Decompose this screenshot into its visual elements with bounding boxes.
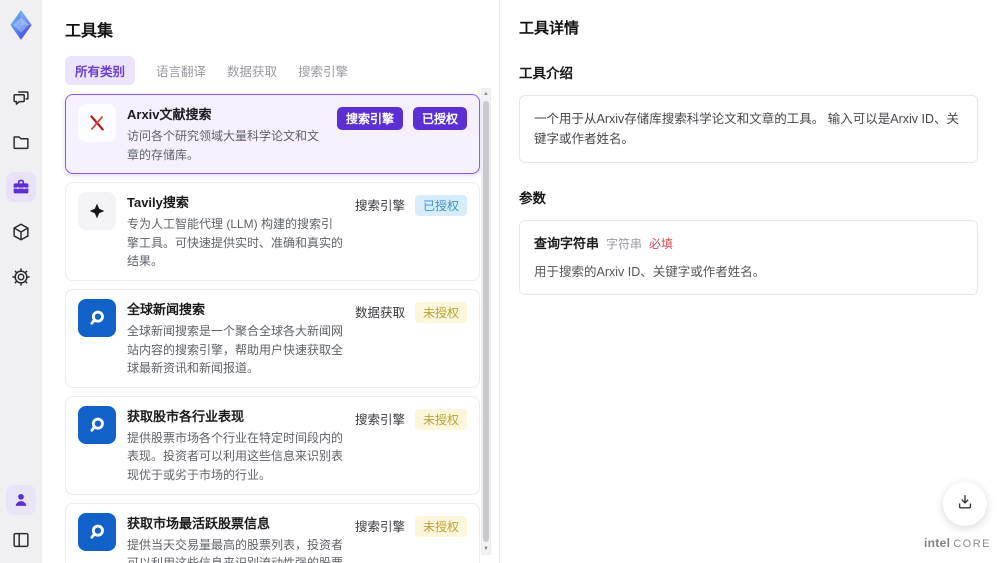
param-card: 查询字符串 字符串 必填 用于搜索的Arxiv ID、关键字或作者姓名。 bbox=[519, 220, 978, 295]
tool-description: 提供当天交易量最高的股票列表，投资者可以利用这些信息来识别流动性强的股票和潜在的… bbox=[127, 537, 344, 563]
auth-status-badge: 已授权 bbox=[414, 195, 467, 217]
chat-icon bbox=[10, 86, 32, 108]
tool-detail-panel: 工具详情 工具介绍 一个用于从Arxiv存储库搜索科学论文和文章的工具。 输入可… bbox=[500, 0, 1000, 563]
param-type: 字符串 bbox=[606, 237, 643, 251]
param-required-badge: 必填 bbox=[649, 237, 674, 251]
tool-card[interactable]: 全球新闻搜索 全球新闻搜索是一个聚合全球各大新闻网站内容的搜索引擎，帮助用户快速… bbox=[65, 288, 480, 388]
scroll-up-icon[interactable]: ▲ bbox=[483, 89, 489, 99]
tool-description: 全球新闻搜索是一个聚合全球各大新闻网站内容的搜索引擎，帮助用户快速获取全球最新资… bbox=[127, 323, 344, 376]
tool-icon bbox=[78, 192, 116, 231]
tool-card[interactable]: Arxiv文献搜索 访问各个研究领域大量科学论文和文章的存储库。 搜索引擎 已授… bbox=[65, 94, 480, 175]
rail-item-chat[interactable] bbox=[6, 82, 36, 112]
news-search-icon bbox=[90, 310, 104, 325]
rail-item-settings[interactable] bbox=[6, 262, 36, 292]
rail-item-files[interactable] bbox=[6, 127, 36, 157]
tool-name: 获取股市各行业表现 bbox=[127, 408, 245, 424]
app-logo-icon bbox=[4, 8, 38, 42]
tab-all-categories[interactable]: 所有类别 bbox=[65, 56, 136, 85]
app-window: 工具集 所有类别 语言翻译 数据获取 搜索引擎 Arxiv文献搜索 访问各个研究… bbox=[0, 0, 1000, 563]
core-brand-text: CORE bbox=[953, 538, 991, 550]
param-name: 查询字符串 bbox=[534, 236, 600, 251]
rail-item-models[interactable] bbox=[6, 217, 36, 247]
rail-item-account[interactable] bbox=[6, 485, 36, 515]
download-button[interactable] bbox=[943, 482, 987, 526]
tool-name: Tavily搜索 bbox=[127, 195, 189, 211]
params-heading: 参数 bbox=[519, 191, 546, 206]
tool-name: 全球新闻搜索 bbox=[127, 301, 206, 317]
tool-icon bbox=[78, 298, 116, 337]
auth-status-badge: 未授权 bbox=[414, 301, 467, 323]
page-title: 工具集 bbox=[65, 23, 114, 40]
intro-heading: 工具介绍 bbox=[519, 66, 573, 81]
detail-title: 工具详情 bbox=[519, 20, 580, 37]
list-scrollbar[interactable]: ▲ ▼ bbox=[481, 88, 491, 555]
arxiv-logo-icon bbox=[90, 115, 104, 131]
toolbox-icon bbox=[10, 176, 32, 198]
tool-name: 获取市场最活跃股票信息 bbox=[127, 515, 271, 531]
param-description: 用于搜索的Arxiv ID、关键字或作者姓名。 bbox=[534, 265, 766, 279]
rail-item-panel-toggle[interactable] bbox=[6, 525, 36, 555]
auth-status-badge: 未授权 bbox=[414, 515, 467, 537]
tool-list-panel: 工具集 所有类别 语言翻译 数据获取 搜索引擎 Arxiv文献搜索 访问各个研究… bbox=[42, 0, 500, 563]
tool-card[interactable]: Tavily搜索 专为人工智能代理 (LLM) 构建的搜索引擎工具。可快速提供实… bbox=[65, 182, 480, 281]
scroll-down-icon[interactable]: ▼ bbox=[483, 544, 489, 554]
tool-name: Arxiv文献搜索 bbox=[127, 107, 212, 122]
tool-description: 专为人工智能代理 (LLM) 构建的搜索引擎工具。可快速提供实时、准确和真实的结… bbox=[127, 217, 344, 269]
intel-brand-text: intel bbox=[924, 536, 951, 550]
tavily-star-icon bbox=[89, 203, 105, 219]
tool-card[interactable]: 获取市场最活跃股票信息 提供当天交易量最高的股票列表，投资者可以利用这些信息来识… bbox=[65, 502, 480, 563]
tab-category-2[interactable]: 数据获取 bbox=[227, 61, 277, 80]
scrollbar-thumb[interactable] bbox=[483, 101, 489, 542]
tab-category-3[interactable]: 搜索引擎 bbox=[298, 61, 348, 80]
tool-description: 访问各个研究领域大量科学论文和文章的存储库。 bbox=[127, 129, 320, 162]
auth-status-badge: 未授权 bbox=[414, 408, 467, 430]
cube-icon bbox=[10, 221, 32, 243]
download-icon bbox=[955, 492, 975, 517]
tab-category-1[interactable]: 语言翻译 bbox=[156, 61, 206, 80]
tool-icon bbox=[78, 512, 116, 551]
auth-status-badge: 已授权 bbox=[412, 107, 467, 130]
news-search-icon bbox=[90, 524, 104, 539]
rail-item-toolbox[interactable] bbox=[6, 172, 36, 202]
left-rail bbox=[0, 0, 42, 563]
tool-icon bbox=[78, 104, 116, 142]
sidebar-toggle-icon bbox=[10, 529, 32, 551]
tool-category-label: 数据获取 bbox=[354, 305, 405, 320]
user-icon bbox=[11, 490, 31, 510]
tool-icon bbox=[78, 405, 116, 444]
news-search-icon bbox=[90, 417, 104, 432]
folder-icon bbox=[10, 131, 32, 153]
category-tabs: 所有类别 语言翻译 数据获取 搜索引擎 bbox=[65, 56, 499, 85]
intel-core-logo: intel CORE bbox=[924, 536, 991, 550]
tool-card-list: Arxiv文献搜索 访问各个研究领域大量科学论文和文章的存储库。 搜索引擎 已授… bbox=[65, 94, 480, 563]
intro-box: 一个用于从Arxiv存储库搜索科学论文和文章的工具。 输入可以是Arxiv ID… bbox=[519, 95, 978, 163]
tool-category-label: 搜索引擎 bbox=[354, 412, 405, 427]
tool-card[interactable]: 获取股市各行业表现 提供股票市场各个行业在特定时间段内的表现。投资者可以利用这些… bbox=[65, 395, 480, 495]
tool-description: 提供股票市场各个行业在特定时间段内的表现。投资者可以利用这些信息来识别表现优于或… bbox=[127, 430, 344, 482]
tool-category-label: 搜索引擎 bbox=[354, 199, 405, 214]
gear-icon bbox=[10, 266, 32, 288]
tool-category-label: 搜索引擎 bbox=[354, 519, 405, 534]
tool-category-label: 搜索引擎 bbox=[336, 107, 403, 130]
